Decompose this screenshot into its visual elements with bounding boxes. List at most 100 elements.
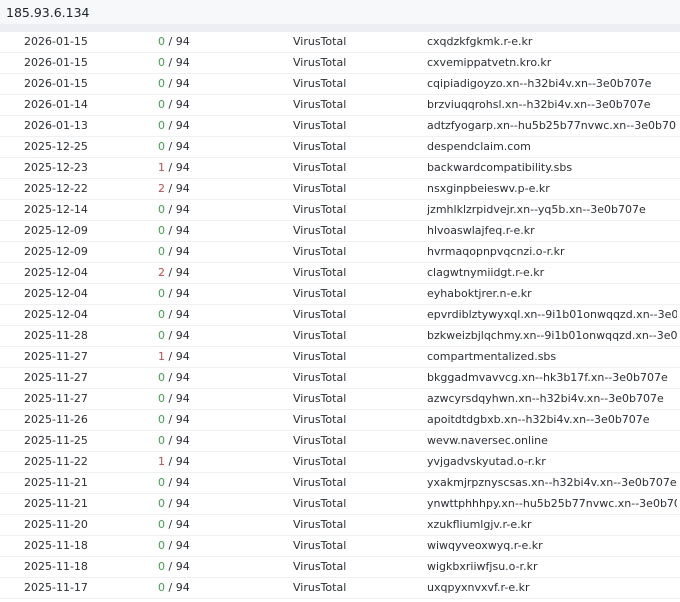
detection-source: VirusTotal [293, 434, 347, 447]
detection-ratio: 0 / 94 [158, 578, 238, 598]
detection-ratio: 0 / 94 [158, 515, 238, 535]
detection-count: 0 [158, 413, 165, 426]
detection-count: 0 [158, 287, 165, 300]
resolved-domain[interactable]: wevw.naversec.online [427, 431, 677, 451]
engine-total: / 94 [168, 98, 190, 111]
resolved-domain[interactable]: compartmentalized.sbs [427, 347, 677, 367]
engine-total: / 94 [168, 518, 190, 531]
resolution-date: 2026-01-15 [24, 77, 88, 90]
resolved-domain[interactable]: xzukfliumlgjv.r-e.kr [427, 515, 677, 535]
detection-source: VirusTotal [293, 161, 347, 174]
table-row: 2025-12-09 0 / 94 VirusTotal hvrmaqopnpv… [0, 242, 680, 263]
detection-ratio: 0 / 94 [158, 137, 238, 157]
ip-address-label: 185.93.6.134 [6, 4, 90, 20]
detection-ratio: 0 / 94 [158, 410, 238, 430]
detection-source: VirusTotal [293, 224, 347, 237]
table-row: 2025-12-04 0 / 94 VirusTotal epvrdiblzty… [0, 305, 680, 326]
detection-source: VirusTotal [293, 350, 347, 363]
resolution-date: 2025-11-27 [24, 392, 88, 405]
resolved-domain[interactable]: nsxginpbeieswv.p-e.kr [427, 179, 677, 199]
resolved-domain[interactable]: epvrdiblztywyxql.xn--9i1b01onwqqzd.xn--3… [427, 305, 677, 325]
resolved-domain[interactable]: apoitdtdgbxb.xn--h32bi4v.xn--3e0b707e [427, 410, 677, 430]
table-row: 2025-11-27 0 / 94 VirusTotal bkggadmvavv… [0, 368, 680, 389]
engine-total: / 94 [168, 476, 190, 489]
resolution-date: 2025-11-18 [24, 560, 88, 573]
detection-ratio: 0 / 94 [158, 536, 238, 556]
resolution-date: 2025-11-25 [24, 434, 88, 447]
detection-source: VirusTotal [293, 203, 347, 216]
detection-count: 0 [158, 539, 165, 552]
resolved-domain[interactable]: adtzfyogarp.xn--hu5b25b77nvwc.xn--3e0b70… [427, 116, 677, 136]
resolution-date: 2025-12-25 [24, 140, 88, 153]
detection-source: VirusTotal [293, 413, 347, 426]
resolved-domain[interactable]: backwardcompatibility.sbs [427, 158, 677, 178]
table-row: 2025-11-18 0 / 94 VirusTotal wigkbxriiwf… [0, 557, 680, 578]
engine-total: / 94 [168, 455, 190, 468]
resolved-domain[interactable]: despendclaim.com [427, 137, 677, 157]
detection-source: VirusTotal [293, 56, 347, 69]
detection-source: VirusTotal [293, 560, 347, 573]
detection-count: 1 [158, 161, 165, 174]
resolved-domain[interactable]: bzkweizbjlqchmy.xn--9i1b01onwqqzd.xn--3e… [427, 326, 677, 346]
resolved-domain[interactable]: yxakmjrpznyscsas.xn--h32bi4v.xn--3e0b707… [427, 473, 677, 493]
detection-count: 2 [158, 182, 165, 195]
resolved-domain[interactable]: eyhaboktjrer.n-e.kr [427, 284, 677, 304]
detection-ratio: 2 / 94 [158, 179, 238, 199]
detection-ratio: 0 / 94 [158, 200, 238, 220]
resolution-date: 2025-11-22 [24, 455, 88, 468]
resolved-domain[interactable]: wiwqyveoxwyq.r-e.kr [427, 536, 677, 556]
detection-count: 0 [158, 224, 165, 237]
table-row: 2025-12-09 0 / 94 VirusTotal hlvoaswlajf… [0, 221, 680, 242]
table-row: 2026-01-15 0 / 94 VirusTotal cqipiadigoy… [0, 74, 680, 95]
table-row: 2025-11-27 0 / 94 VirusTotal azwcyrsdqyh… [0, 389, 680, 410]
resolved-domain[interactable]: bkggadmvavvcg.xn--hk3b17f.xn--3e0b707e [427, 368, 677, 388]
detection-ratio: 0 / 94 [158, 74, 238, 94]
resolved-domain[interactable]: yvjgadvskyutad.o-r.kr [427, 452, 677, 472]
detection-count: 0 [158, 371, 165, 384]
detection-count: 0 [158, 497, 165, 510]
resolution-date: 2026-01-15 [24, 56, 88, 69]
table-row: 2025-12-04 0 / 94 VirusTotal eyhaboktjre… [0, 284, 680, 305]
engine-total: / 94 [168, 266, 190, 279]
detection-count: 0 [158, 560, 165, 573]
resolution-date: 2025-11-17 [24, 581, 88, 594]
detection-ratio: 1 / 94 [158, 158, 238, 178]
resolved-domain[interactable]: ynwttphhhpy.xn--hu5b25b77nvwc.xn--3e0b70… [427, 494, 677, 514]
engine-total: / 94 [168, 56, 190, 69]
resolved-domain[interactable]: hlvoaswlajfeq.r-e.kr [427, 221, 677, 241]
resolved-domain[interactable]: cxqdzkfgkmk.r-e.kr [427, 32, 677, 52]
detection-count: 1 [158, 455, 165, 468]
detection-count: 0 [158, 56, 165, 69]
resolved-domain[interactable]: azwcyrsdqyhwn.xn--h32bi4v.xn--3e0b707e [427, 389, 677, 409]
resolved-domain[interactable]: wigkbxriiwfjsu.o-r.kr [427, 557, 677, 577]
table-row: 2025-11-21 0 / 94 VirusTotal ynwttphhhpy… [0, 494, 680, 515]
table-row: 2025-12-04 2 / 94 VirusTotal clagwtnymii… [0, 263, 680, 284]
engine-total: / 94 [168, 560, 190, 573]
resolved-domain[interactable]: brzviuqqrohsl.xn--h32bi4v.xn--3e0b707e [427, 95, 677, 115]
engine-total: / 94 [168, 224, 190, 237]
detection-count: 0 [158, 518, 165, 531]
detection-source: VirusTotal [293, 35, 347, 48]
resolved-domain[interactable]: cxvemippatvetn.kro.kr [427, 53, 677, 73]
detection-count: 0 [158, 476, 165, 489]
detection-source: VirusTotal [293, 581, 347, 594]
resolution-date: 2025-12-04 [24, 266, 88, 279]
engine-total: / 94 [168, 119, 190, 132]
header-separator [0, 24, 680, 32]
detection-source: VirusTotal [293, 392, 347, 405]
resolved-domain[interactable]: jzmhlklzrpidvejr.xn--yq5b.xn--3e0b707e [427, 200, 677, 220]
engine-total: / 94 [168, 182, 190, 195]
resolution-date: 2025-11-28 [24, 329, 88, 342]
resolved-domain[interactable]: uxqpyxnvxvf.r-e.kr [427, 578, 677, 598]
table-row: 2026-01-13 0 / 94 VirusTotal adtzfyogarp… [0, 116, 680, 137]
detection-count: 0 [158, 140, 165, 153]
detection-source: VirusTotal [293, 518, 347, 531]
table-row: 2025-11-28 0 / 94 VirusTotal bzkweizbjlq… [0, 326, 680, 347]
resolved-domain[interactable]: clagwtnymiidgt.r-e.kr [427, 263, 677, 283]
table-row: 2025-11-17 0 / 94 VirusTotal uxqpyxnvxvf… [0, 578, 680, 599]
table-row: 2025-11-27 1 / 94 VirusTotal compartment… [0, 347, 680, 368]
table-row: 2025-12-25 0 / 94 VirusTotal despendclai… [0, 137, 680, 158]
resolved-domain[interactable]: hvrmaqopnpvqcnzi.o-r.kr [427, 242, 677, 262]
table-row: 2025-12-22 2 / 94 VirusTotal nsxginpbeie… [0, 179, 680, 200]
resolved-domain[interactable]: cqipiadigoyzo.xn--h32bi4v.xn--3e0b707e [427, 74, 677, 94]
